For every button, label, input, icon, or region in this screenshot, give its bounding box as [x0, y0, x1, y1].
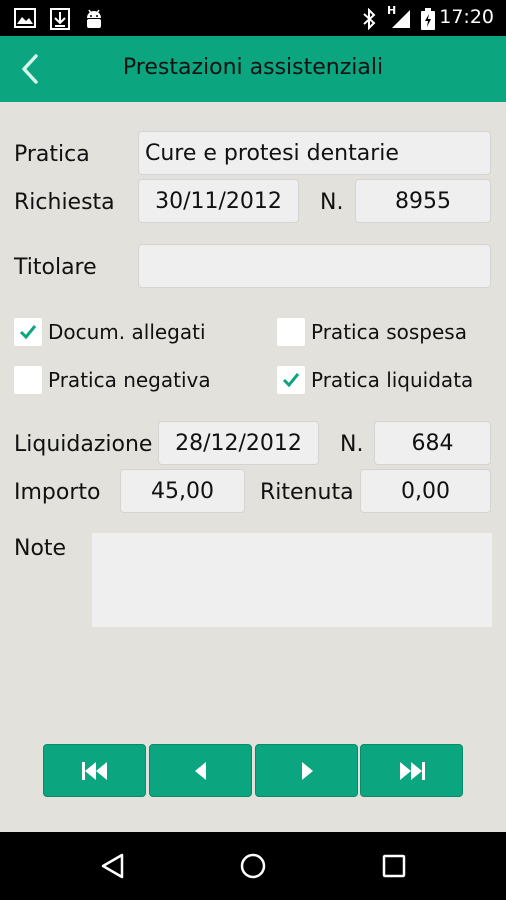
pratica-label: Pratica [14, 142, 90, 167]
docum-allegati-label: Docum. allegati [48, 320, 206, 344]
pratica-negativa-checkbox[interactable]: Pratica negativa [14, 366, 211, 394]
note-label: Note [14, 536, 67, 561]
previous-record-button[interactable] [149, 744, 252, 797]
checkmark-icon [19, 325, 37, 340]
previous-icon [194, 761, 206, 780]
battery-icon [420, 8, 436, 34]
liquidazione-date-field[interactable]: 28/12/2012 [158, 421, 319, 465]
liquidazione-number-label: N. [340, 432, 364, 457]
next-icon [301, 761, 313, 780]
titolare-field[interactable] [138, 244, 491, 288]
checkbox-box[interactable] [277, 366, 305, 394]
docum-allegati-checkbox[interactable]: Docum. allegati [14, 318, 206, 346]
back-triangle-icon[interactable] [100, 852, 126, 884]
richiesta-date-field[interactable]: 30/11/2012 [138, 179, 299, 223]
checkbox-box[interactable] [14, 366, 42, 394]
richiesta-label: Richiesta [14, 190, 115, 215]
pratica-sospesa-label: Pratica sospesa [311, 320, 467, 344]
app-bar: Prestazioni assistenziali [0, 36, 506, 102]
ritenuta-label: Ritenuta [260, 480, 354, 505]
note-field[interactable] [92, 533, 492, 627]
bluetooth-icon [362, 7, 376, 34]
page-title: Prestazioni assistenziali [122, 55, 384, 80]
pratica-sospesa-checkbox[interactable]: Pratica sospesa [277, 318, 467, 346]
skip-to-first-icon [81, 761, 107, 780]
richiesta-number-field[interactable]: 8955 [355, 179, 491, 223]
liquidazione-number-field[interactable]: 684 [374, 421, 491, 465]
pratica-negativa-label: Pratica negativa [48, 368, 211, 392]
pratica-liquidata-checkbox[interactable]: Pratica liquidata [277, 366, 473, 394]
richiesta-number-label: N. [320, 190, 344, 215]
gallery-icon [14, 8, 36, 32]
home-circle-icon[interactable] [239, 852, 267, 884]
first-record-button[interactable] [43, 744, 146, 797]
system-navigation-bar [0, 832, 506, 900]
titolare-label: Titolare [14, 255, 97, 280]
recent-apps-square-icon[interactable] [381, 852, 407, 884]
liquidazione-label: Liquidazione [14, 432, 153, 457]
checkbox-box[interactable] [277, 318, 305, 346]
status-bar: H 17:20 [0, 0, 506, 36]
checkmark-icon [282, 373, 300, 388]
last-record-button[interactable] [360, 744, 463, 797]
download-icon [50, 8, 70, 34]
next-record-button[interactable] [255, 744, 358, 797]
pratica-liquidata-label: Pratica liquidata [311, 368, 474, 392]
network-type-label: H [387, 4, 397, 17]
importo-label: Importo [14, 480, 101, 505]
checkbox-box[interactable] [14, 318, 42, 346]
android-icon [84, 8, 104, 34]
clock: 17:20 [439, 6, 494, 28]
skip-to-last-icon [399, 761, 425, 780]
importo-field[interactable]: 45,00 [120, 469, 245, 513]
pratica-field[interactable]: Cure e protesi dentarie [138, 131, 491, 175]
ritenuta-field[interactable]: 0,00 [360, 469, 491, 513]
